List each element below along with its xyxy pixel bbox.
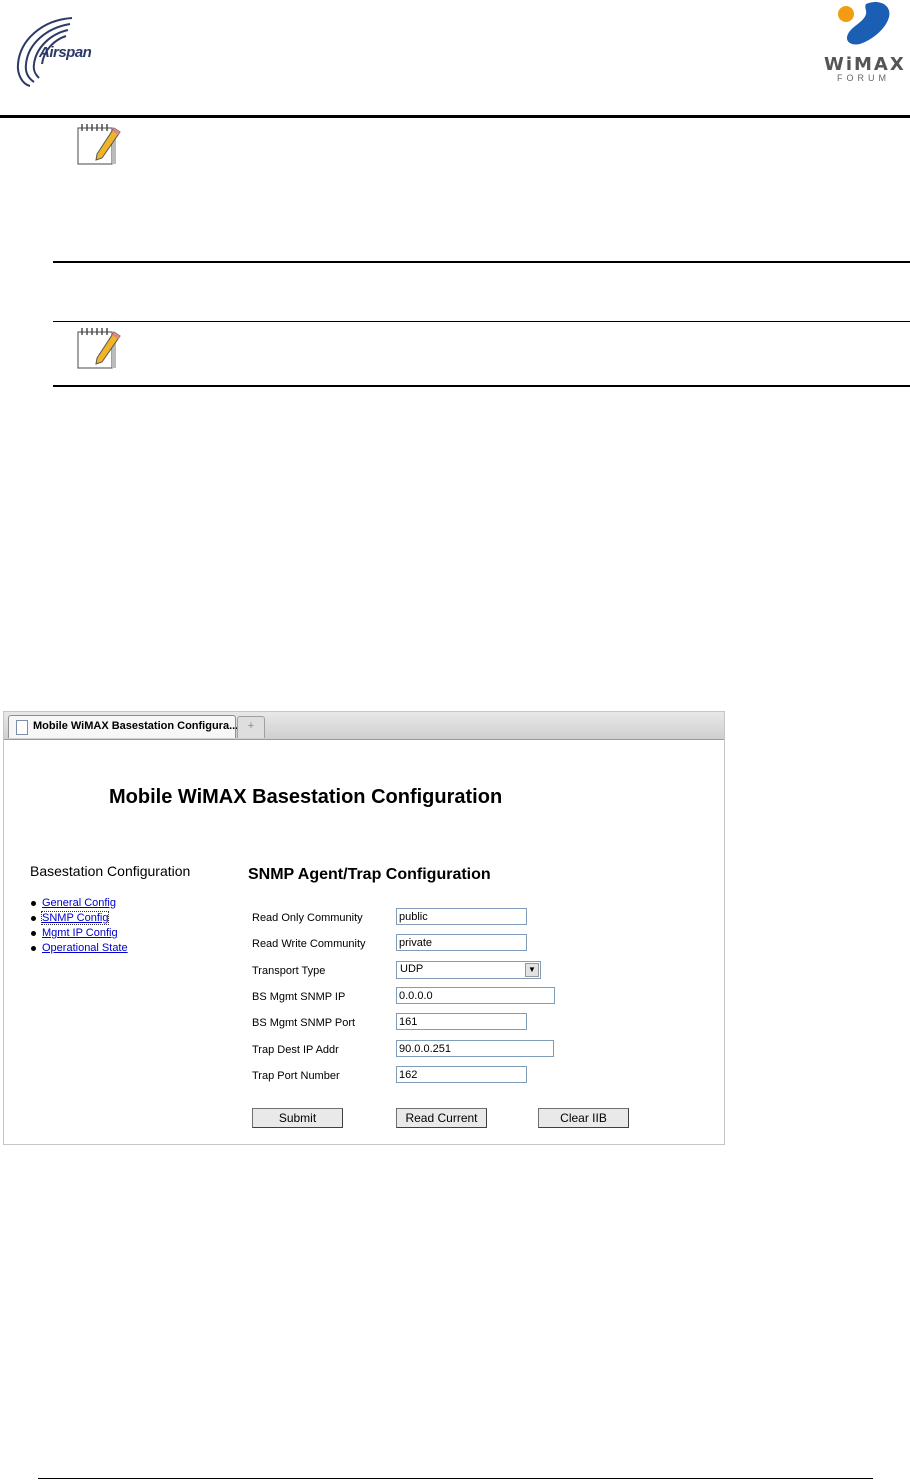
- bs-mgmt-snmp-port-label: BS Mgmt SNMP Port: [252, 1017, 356, 1029]
- wimax-logo-text: WiMAX: [824, 54, 906, 75]
- trap-dest-ip-addr-label: Trap Dest IP Addr: [252, 1044, 339, 1056]
- tab-bar: Mobile WiMAX Basestation Configura... +: [4, 712, 724, 740]
- transport-type-value: UDP: [400, 963, 424, 975]
- sidebar-nav: General Config SNMP Config Mgmt IP Confi…: [30, 896, 128, 956]
- general-config-link[interactable]: General Config: [42, 897, 116, 909]
- read-write-community-input[interactable]: private: [396, 934, 527, 951]
- page-title: Mobile WiMAX Basestation Configuration: [109, 786, 503, 808]
- snmp-config-link[interactable]: SNMP Config: [40, 911, 110, 925]
- sidebar-item-operational-state: Operational State: [30, 941, 128, 956]
- new-tab-button[interactable]: +: [237, 716, 265, 738]
- sidebar-item-mgmt-ip-config: Mgmt IP Config: [30, 926, 128, 941]
- sidebar-item-general-config: General Config: [30, 896, 128, 911]
- plus-icon: +: [247, 720, 255, 732]
- read-write-community-label: Read Write Community: [252, 938, 366, 950]
- header-rule: [0, 115, 910, 118]
- trap-port-number-label: Trap Port Number: [252, 1070, 340, 1082]
- note-top-rule: [53, 321, 910, 322]
- transport-type-label: Transport Type: [252, 965, 326, 977]
- read-only-community-label: Read Only Community: [252, 912, 363, 924]
- read-only-community-input[interactable]: public: [396, 908, 527, 925]
- operational-state-link[interactable]: Operational State: [42, 942, 128, 954]
- read-current-button[interactable]: Read Current: [396, 1108, 487, 1128]
- tab-label: Mobile WiMAX Basestation Configura...: [33, 720, 239, 732]
- bs-mgmt-snmp-ip-input[interactable]: 0.0.0.0: [396, 987, 555, 1004]
- browser-tab[interactable]: Mobile WiMAX Basestation Configura...: [8, 715, 239, 738]
- transport-type-select[interactable]: UDP ▼: [396, 961, 541, 979]
- mgmt-ip-config-link[interactable]: Mgmt IP Config: [42, 927, 118, 939]
- trap-port-number-input[interactable]: 162: [396, 1066, 527, 1083]
- bs-mgmt-snmp-port-input[interactable]: 161: [396, 1013, 527, 1030]
- wimax-forum-text: FORUM: [837, 73, 890, 83]
- footer-rule: [38, 1478, 873, 1479]
- chevron-down-icon[interactable]: ▼: [525, 963, 539, 977]
- notepad-pencil-icon: [77, 124, 121, 165]
- browser-window: Mobile WiMAX Basestation Configura... + …: [3, 711, 725, 1145]
- sidebar-item-snmp-config: SNMP Config: [30, 911, 128, 926]
- bs-mgmt-snmp-ip-label: BS Mgmt SNMP IP: [252, 991, 346, 1003]
- note-bottom-rule: [53, 385, 910, 387]
- submit-button[interactable]: Submit: [252, 1108, 343, 1128]
- page-icon: [16, 720, 28, 735]
- notepad-pencil-icon: [77, 328, 121, 369]
- trap-dest-ip-addr-input[interactable]: 90.0.0.251: [396, 1040, 554, 1057]
- form-heading: SNMP Agent/Trap Configuration: [248, 866, 491, 883]
- sidebar-heading: Basestation Configuration: [30, 863, 191, 879]
- airspan-logo-text: Airspan: [39, 44, 92, 61]
- clear-iib-button[interactable]: Clear IIB: [538, 1108, 629, 1128]
- note-bottom-rule: [53, 261, 910, 263]
